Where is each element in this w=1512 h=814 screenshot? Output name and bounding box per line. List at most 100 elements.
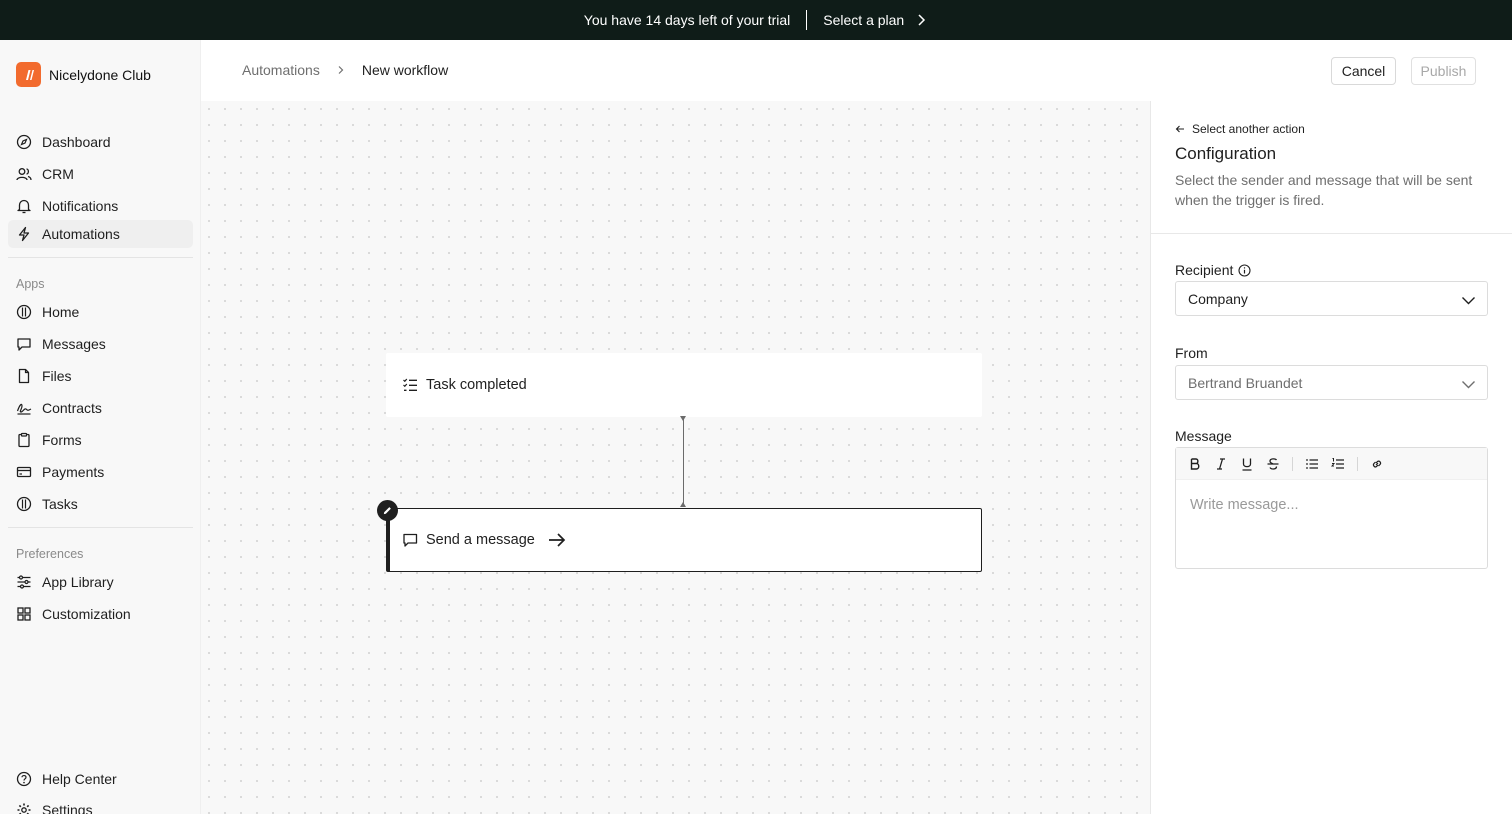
sidebar-item-files[interactable]: Files <box>8 362 193 390</box>
from-select[interactable]: Bertrand Bruandet <box>1175 365 1488 400</box>
action-node-label: Send a message <box>426 532 535 548</box>
italic-button[interactable] <box>1210 453 1232 475</box>
sidebar-item-help-center[interactable]: Help Center <box>8 765 193 793</box>
breadcrumb-automations-link[interactable]: Automations <box>242 62 320 78</box>
recipient-label-text: Recipient <box>1175 262 1234 278</box>
brand-name: Nicelydone Club <box>49 66 151 83</box>
card-icon <box>16 466 32 478</box>
bolt-icon <box>18 226 30 242</box>
sidebar-item-label: Notifications <box>42 198 119 214</box>
file-icon <box>18 368 30 384</box>
chevron-down-icon <box>1462 297 1475 305</box>
sidebar-item-customization[interactable]: Customization <box>8 600 193 628</box>
sidebar-item-label: Tasks <box>42 496 78 512</box>
sidebar-item-label: Settings <box>42 802 93 814</box>
breadcrumb: Automations New workflow <box>242 62 448 78</box>
sidebar-item-label: Forms <box>42 432 82 448</box>
topbar: Automations New workflow Cancel Publish <box>201 40 1512 101</box>
sliders-icon <box>17 575 31 589</box>
compass-icon <box>16 134 32 150</box>
sidebar-item-crm[interactable]: CRM <box>8 160 193 188</box>
toolbar-divider <box>1292 456 1293 471</box>
chat-icon <box>17 338 31 351</box>
sidebar-item-home[interactable]: Home <box>8 298 193 326</box>
brand[interactable]: Nicelydone Club <box>16 62 151 87</box>
select-plan-link[interactable]: Select a plan <box>823 12 928 28</box>
pencil-icon <box>383 507 391 515</box>
arrow-right-icon <box>548 533 566 547</box>
publish-button[interactable]: Publish <box>1411 57 1476 85</box>
configuration-panel: Select another action Configuration Sele… <box>1150 101 1512 814</box>
message-editor[interactable]: Write message... <box>1175 447 1488 569</box>
sidebar-item-forms[interactable]: Forms <box>8 426 193 454</box>
toolbar-divider <box>1357 456 1358 471</box>
trial-message: You have 14 days left of your trial <box>583 12 791 28</box>
bell-icon <box>17 199 31 214</box>
sidebar-item-label: Messages <box>42 336 106 352</box>
numbered-list-button[interactable] <box>1327 453 1349 475</box>
bulleted-list-button[interactable] <box>1301 453 1323 475</box>
chevron-down-icon <box>1462 381 1475 389</box>
recipient-select[interactable]: Company <box>1175 281 1488 316</box>
sidebar-item-label: Dashboard <box>42 134 111 150</box>
bulleted-list-icon <box>1306 458 1318 469</box>
globe-icon <box>16 304 32 320</box>
brand-logo-icon <box>16 62 41 87</box>
action-node[interactable]: Send a message <box>386 508 982 572</box>
chat-icon <box>403 533 418 547</box>
editor-toolbar <box>1176 448 1487 480</box>
sidebar-item-notifications[interactable]: Notifications <box>8 192 193 220</box>
message-label: Message <box>1175 428 1232 444</box>
trigger-node-label: Task completed <box>426 377 527 393</box>
link-button[interactable] <box>1366 453 1388 475</box>
message-placeholder: Write message... <box>1190 497 1299 513</box>
workflow-canvas[interactable]: Task completed Send a message <box>201 101 1150 814</box>
breadcrumb-current: New workflow <box>361 62 449 78</box>
trial-banner: You have 14 days left of your trial Sele… <box>0 0 1512 40</box>
checklist-icon <box>403 378 417 391</box>
sidebar-item-label: Customization <box>42 606 131 622</box>
recipient-value: Company <box>1188 290 1248 307</box>
sidebar-divider <box>8 257 193 258</box>
bold-icon <box>1190 457 1200 470</box>
apps-section-label: Apps <box>16 277 45 291</box>
sidebar-item-tasks[interactable]: Tasks <box>8 490 193 518</box>
globe-icon <box>16 496 32 512</box>
sidebar-item-label: Help Center <box>42 771 117 787</box>
strikethrough-button[interactable] <box>1262 453 1284 475</box>
sidebar-item-dashboard[interactable]: Dashboard <box>8 128 193 156</box>
trigger-node[interactable]: Task completed <box>386 353 982 417</box>
underline-icon <box>1242 458 1252 471</box>
from-value: Bertrand Bruandet <box>1188 374 1303 391</box>
sidebar-item-settings[interactable]: Settings <box>8 796 193 814</box>
sidebar-item-contracts[interactable]: Contracts <box>8 394 193 422</box>
sidebar-item-label: Files <box>42 368 72 384</box>
help-icon <box>16 771 32 787</box>
sidebar-item-label: App Library <box>42 574 114 590</box>
sidebar-item-app-library[interactable]: App Library <box>8 568 193 596</box>
info-icon[interactable] <box>1238 263 1251 277</box>
users-icon <box>16 168 32 181</box>
select-another-action-link[interactable]: Select another action <box>1175 122 1305 136</box>
from-label: From <box>1175 345 1208 361</box>
grid-icon <box>17 607 31 621</box>
cancel-button[interactable]: Cancel <box>1331 57 1396 85</box>
arrow-left-icon <box>1175 125 1184 133</box>
preferences-section-label: Preferences <box>16 547 84 561</box>
edit-node-button[interactable] <box>377 500 398 521</box>
banner-divider <box>806 10 808 30</box>
node-connector <box>683 419 684 507</box>
sidebar-item-payments[interactable]: Payments <box>8 458 193 486</box>
bold-button[interactable] <box>1184 453 1206 475</box>
configuration-title: Configuration <box>1175 144 1277 163</box>
signature-icon <box>16 403 32 415</box>
sidebar-divider <box>8 527 193 528</box>
recipient-label: Recipient <box>1175 262 1251 278</box>
sidebar-item-label: CRM <box>42 166 74 182</box>
sidebar-item-messages[interactable]: Messages <box>8 330 193 358</box>
italic-icon <box>1217 457 1225 470</box>
sidebar-item-label: Payments <box>42 464 105 480</box>
sidebar-item-label: Automations <box>42 226 120 242</box>
underline-button[interactable] <box>1236 453 1258 475</box>
sidebar-item-automations[interactable]: Automations <box>8 220 193 248</box>
